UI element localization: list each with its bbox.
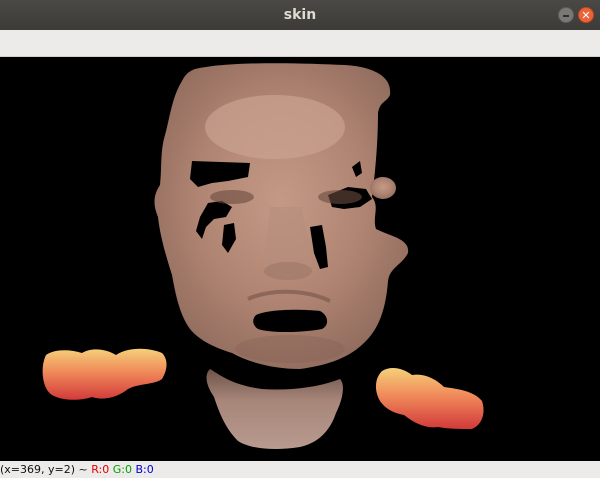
window-title: skin [283,7,317,23]
minimize-button[interactable] [558,7,574,23]
left-hand-region [42,348,167,400]
green-value: G:0 [112,463,132,476]
app-window: skin ✕ (x=369, y=2) ~ R:0 G:0 B:0 [0,0,600,478]
cursor-coords: (x=369, y=2) ~ [0,463,92,476]
mouth-hole [253,309,328,332]
title-bar[interactable]: skin ✕ [0,0,600,30]
right-hand-region [375,368,484,429]
skin-mask-image [42,63,484,449]
toolbar [0,30,600,57]
image-canvas[interactable] [0,57,600,461]
close-button[interactable]: ✕ [578,7,594,23]
neck-region [206,369,343,449]
status-bar: (x=369, y=2) ~ R:0 G:0 B:0 [0,461,600,478]
blue-value: B:0 [135,463,154,476]
red-value: R:0 [91,463,110,476]
